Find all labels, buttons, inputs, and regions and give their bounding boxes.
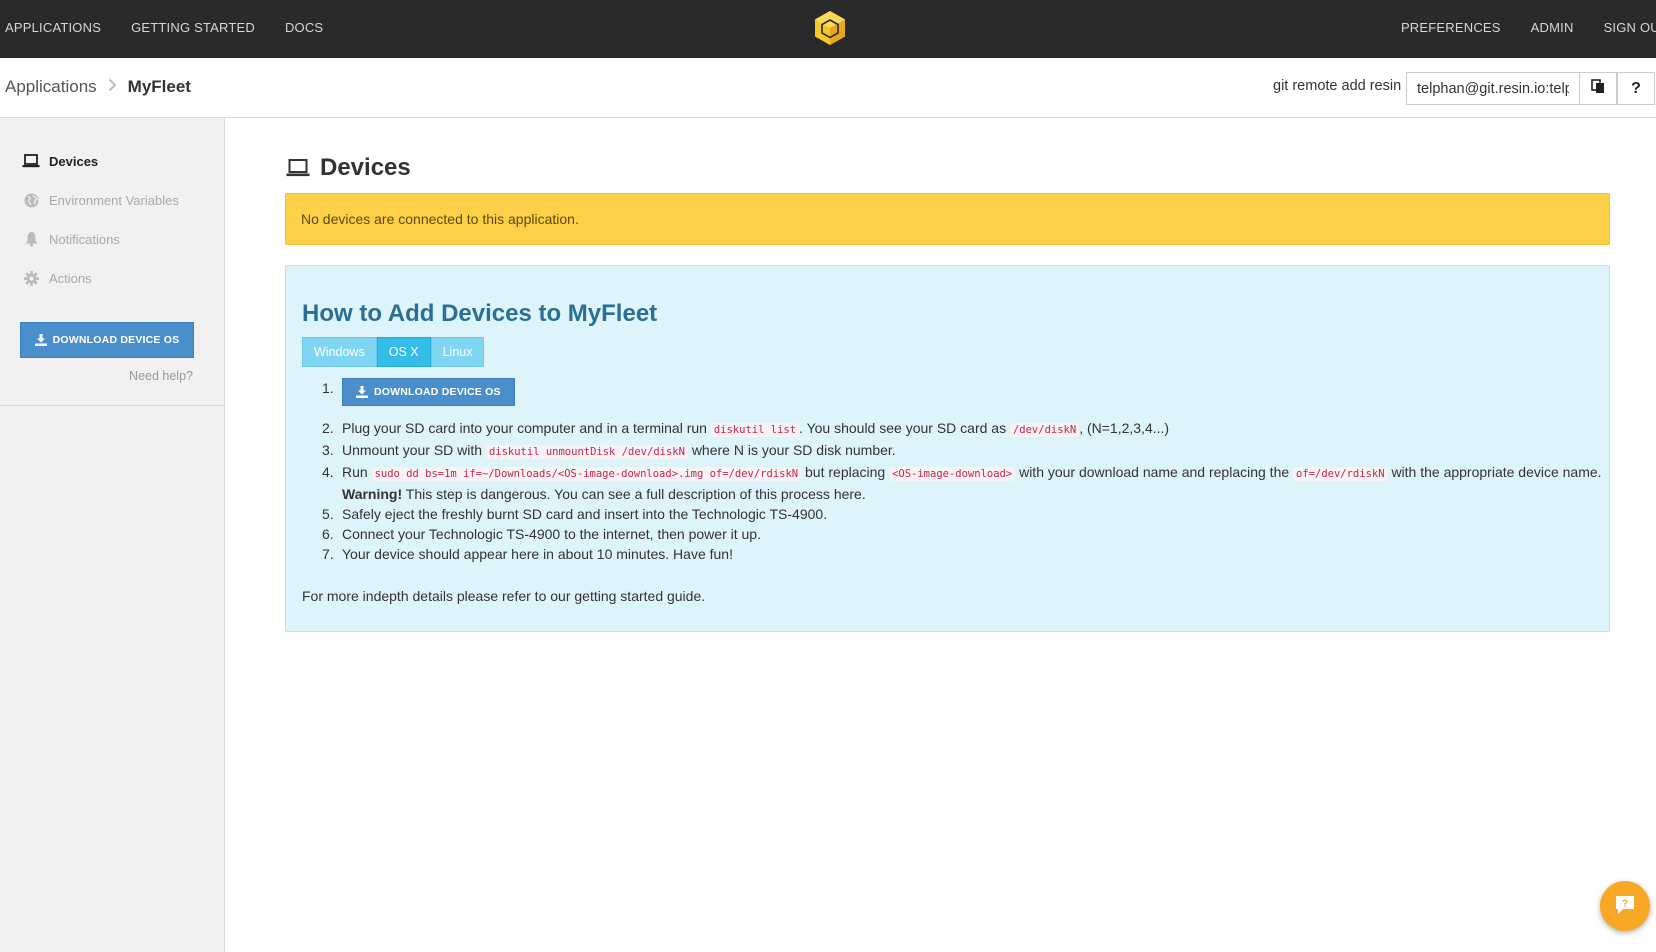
code-snippet: of=/dev/rdiskN [1293,467,1388,481]
git-remote-label: git remote add resin [1273,78,1402,94]
chevron-right-icon [108,78,117,97]
svg-text:?: ? [1622,898,1628,909]
top-nav-right: PREFERENCES ADMIN SIGN OUT [1376,0,1656,54]
step-text: , (N=1,2,3,4...) [1079,420,1170,436]
code-snippet: <OS-image-download> [889,467,1016,481]
step-7: 7. Your device should appear here in abo… [302,544,1602,564]
sidebar-item-notifications[interactable]: Notifications [22,228,120,250]
nav-preferences[interactable]: PREFERENCES [1396,20,1506,35]
tab-windows[interactable]: Windows [302,337,377,367]
breadcrumb-applications[interactable]: Applications [5,77,97,97]
step-4: 4. Run sudo dd bs=1m if=~/Downloads/<OS-… [302,462,1602,504]
download-label: DOWNLOAD DEVICE OS [374,386,501,398]
code-snippet: diskutil list [710,423,800,437]
getting-started-guide-link[interactable]: getting started guide [574,588,701,604]
sub-header: Applications MyFleet git remote add resi… [0,58,1656,118]
code-snippet: /dev/diskN [1009,423,1080,437]
nav-admin[interactable]: ADMIN [1526,20,1579,35]
bell-icon [22,230,40,248]
alert-text: No devices are connected to this applica… [301,211,579,227]
resin-logo-icon[interactable] [813,10,847,46]
need-help-link[interactable]: Need help? [129,369,193,383]
step-text: with your download name and replacing th… [1019,464,1290,480]
instructions-title: How to Add Devices to MyFleet [302,300,658,327]
step-3: 3. Unmount your SD with diskutil unmount… [302,440,1602,462]
step-text: where N is your SD disk number. [691,442,896,458]
top-nav-left: APPLICATIONS GETTING STARTED DOCS [0,0,348,54]
sidebar-item-label: Environment Variables [49,192,179,208]
instructions-panel: How to Add Devices to MyFleet Windows OS… [285,265,1610,632]
nav-docs[interactable]: DOCS [280,20,328,35]
step-number: 3. [322,442,334,458]
page-title-text: Devices [320,154,411,181]
sidebar-item-label: Actions [49,270,92,286]
tab-osx[interactable]: OS X [376,337,431,367]
chat-button[interactable]: ? [1600,881,1650,931]
sidebar: Devices Environment Variables Notificati… [0,118,225,952]
sidebar-divider [0,405,224,406]
download-icon [356,386,368,398]
code-snippet: sudo dd bs=1m if=~/Downloads/<OS-image-d… [371,467,802,481]
globe-icon [22,191,40,209]
warning-here-link[interactable]: here [834,486,862,502]
step-number: 5. [322,506,334,522]
sidebar-download-os-button[interactable]: DOWNLOAD DEVICE OS [20,322,194,358]
warning-label: Warning! [342,486,403,502]
git-remote-input[interactable] [1406,72,1579,105]
step-text: Safely eject the freshly burnt SD card a… [342,506,828,522]
help-button[interactable]: ? [1617,72,1655,105]
sidebar-item-label: Notifications [49,231,120,247]
step-text: Run [342,464,368,480]
step-text: Connect your Technologic TS-4900 to the … [342,526,761,542]
step-text: Your device should appear here in about … [342,546,733,562]
sidebar-item-label: Devices [49,153,99,169]
breadcrumb: Applications MyFleet [5,58,191,116]
step-text: . You should see your SD card as [799,420,1007,436]
no-devices-alert: No devices are connected to this applica… [285,193,1610,245]
download-icon [34,334,47,346]
step-number: 4. [322,464,334,480]
top-navbar: APPLICATIONS GETTING STARTED DOCS PREFER… [0,0,1656,58]
step-2: 2. Plug your SD card into your computer … [302,418,1602,440]
step-number: 2. [322,420,334,436]
os-tabs: Windows OS X Linux [302,337,485,367]
step-number: 7. [322,546,334,562]
step-6: 6. Connect your Technologic TS-4900 to t… [302,524,1602,544]
step-1: 1. DOWNLOAD DEVICE OS [302,378,1602,414]
nav-getting-started[interactable]: GETTING STARTED [126,20,260,35]
step-number: 1. [322,380,334,396]
laptop-icon [22,152,40,170]
warning-note: Warning! This step is dangerous. You can… [342,484,1602,504]
sidebar-item-environment-variables[interactable]: Environment Variables [22,189,179,211]
tab-linux[interactable]: Linux [430,337,485,367]
copy-icon [1591,78,1605,99]
page-title: Devices [286,154,411,182]
breadcrumb-current: MyFleet [127,77,191,96]
step-5: 5. Safely eject the freshly burnt SD car… [302,504,1602,524]
step-text: with the appropriate device name. [1391,464,1602,480]
step-number: 6. [322,526,334,542]
gear-icon [22,269,40,287]
chat-icon: ? [1614,895,1636,918]
step-text: but replacing [805,464,886,480]
more-end: . [701,588,706,604]
download-label: DOWNLOAD DEVICE OS [52,334,180,346]
step-download-os-button[interactable]: DOWNLOAD DEVICE OS [342,378,515,406]
warning-text: This step is dangerous. You can see a fu… [405,486,830,502]
code-snippet: diskutil unmountDisk /dev/diskN [485,445,688,459]
more-details: For more indepth details please refer to… [302,588,705,604]
sidebar-item-actions[interactable]: Actions [22,267,92,289]
step-text: Unmount your SD with [342,442,483,458]
nav-sign-out[interactable]: SIGN OUT [1599,20,1656,35]
nav-applications[interactable]: APPLICATIONS [0,20,106,35]
more-text: For more indepth details please refer to… [302,588,571,604]
warning-end: . [861,486,866,502]
steps-list: 1. DOWNLOAD DEVICE OS 2. Plug your SD ca… [302,378,1602,564]
step-text: Plug your SD card into your computer and… [342,420,707,436]
laptop-icon [286,159,310,177]
copy-button[interactable] [1579,72,1617,105]
sidebar-item-devices[interactable]: Devices [22,150,98,172]
